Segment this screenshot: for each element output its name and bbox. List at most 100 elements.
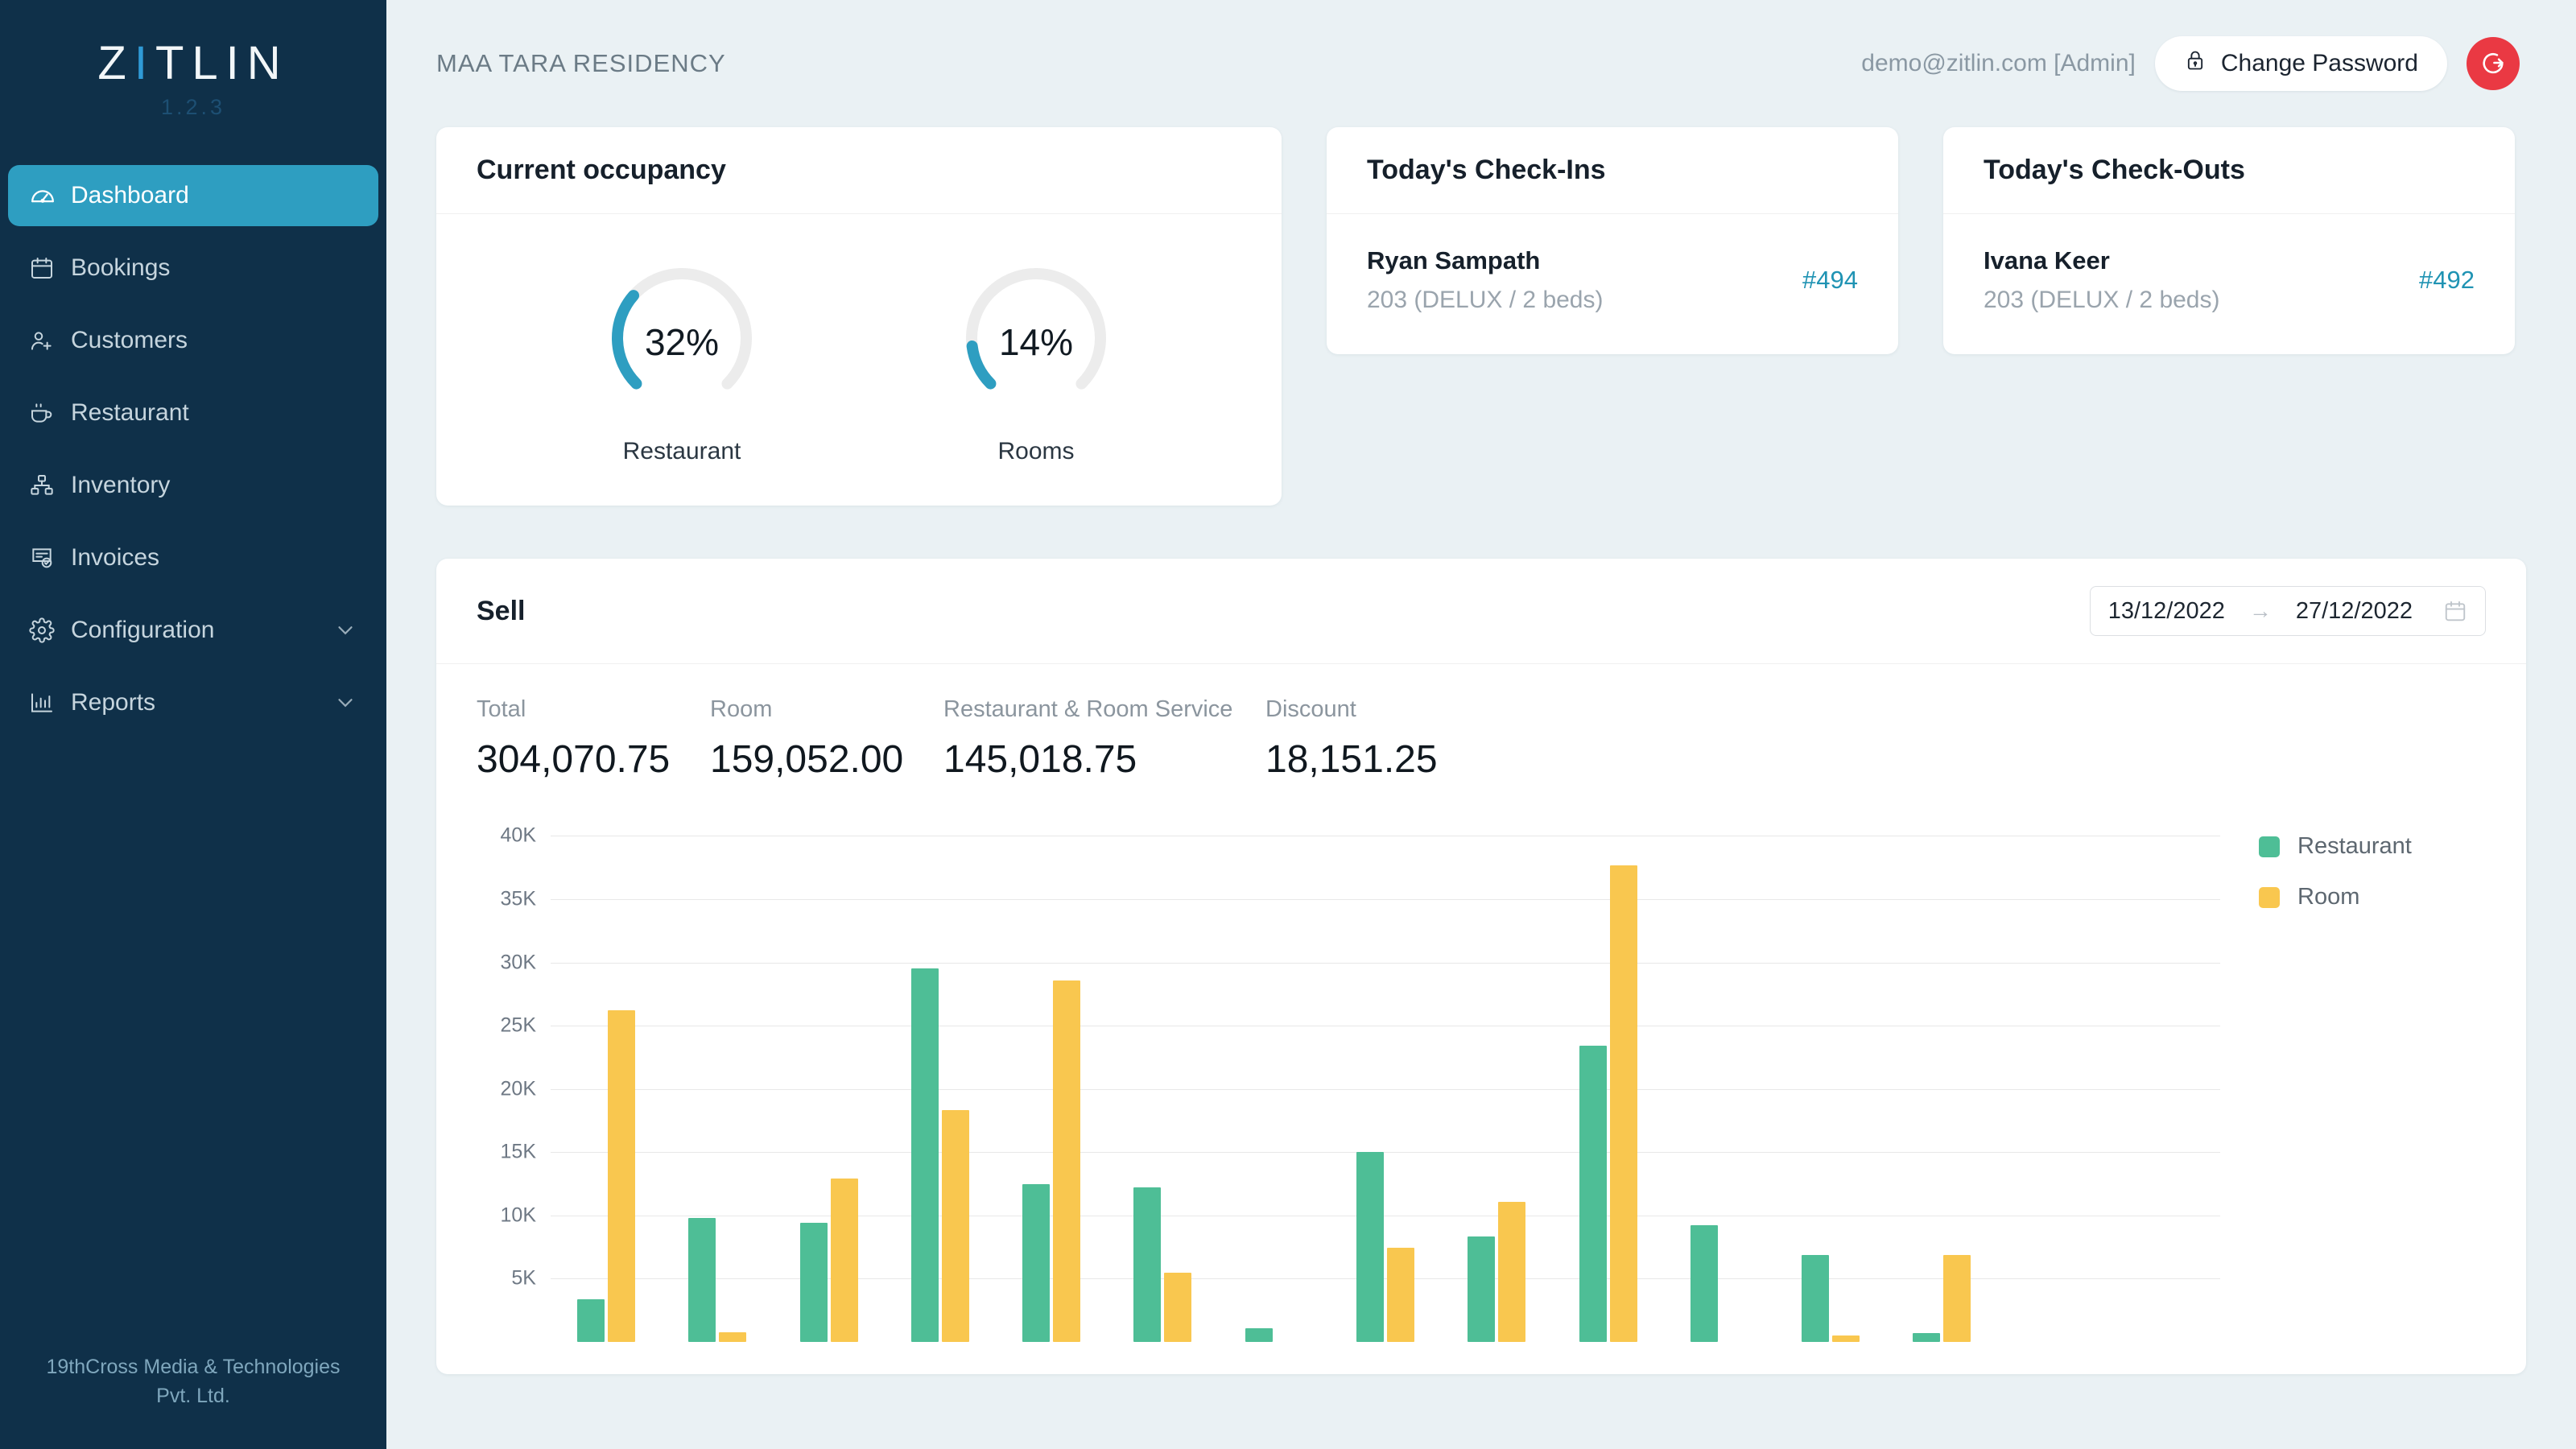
bar-room[interactable] (608, 1010, 636, 1342)
bar-room[interactable] (719, 1332, 747, 1342)
bar-restaurant[interactable] (577, 1298, 605, 1342)
chevron-down-icon[interactable] (333, 618, 357, 642)
chart-y-axis: 5K 10K 15K 20K 25K 30K 35K 40K (477, 811, 546, 1342)
bar-restaurant[interactable] (688, 1218, 716, 1342)
bar-group (885, 968, 996, 1342)
booking-id-link[interactable]: #492 (2419, 266, 2475, 295)
stat-value: 145,018.75 (943, 738, 1137, 781)
bar-group (551, 1010, 662, 1342)
bar-group (1219, 1327, 1330, 1342)
stat-total: Total 304,070.75 (477, 696, 710, 782)
occupancy-gauges: 32% Restaurant 14% Rooms (477, 246, 1241, 465)
sidebar-item-label: Restaurant (71, 399, 189, 426)
stat-label: Room (710, 696, 773, 722)
gauge-value: 14% (998, 321, 1074, 363)
todays-checkouts-card: Today's Check-Outs Ivana Keer 203 (DELUX… (1943, 127, 2515, 354)
bar-room[interactable] (1832, 1335, 1860, 1342)
bar-room[interactable] (1386, 1247, 1414, 1342)
bar-room[interactable] (830, 1179, 858, 1342)
logo-tlin: TLIN (155, 37, 289, 89)
bar-group (1441, 1202, 1552, 1342)
logo-z: Z (97, 37, 134, 89)
change-password-button[interactable]: Change Password (2154, 36, 2447, 91)
brand-logo[interactable]: ZITLIN 1.2.3 (0, 0, 386, 144)
stat-discount: Discount 18,151.25 (1265, 696, 1499, 782)
bar-group (1552, 865, 1663, 1342)
bar-room[interactable] (1164, 1272, 1192, 1342)
bar-restaurant[interactable] (1022, 1184, 1051, 1342)
bar-group (1330, 1152, 1441, 1342)
bar-restaurant[interactable] (1913, 1333, 1941, 1342)
topbar: MAA TARA RESIDENCY demo@zitlin.com [Admi… (386, 0, 2576, 127)
gauge-rooms: 14% Rooms (935, 258, 1137, 465)
checkins-title: Today's Check-Ins (1367, 155, 1606, 185)
bar-restaurant[interactable] (1468, 1236, 1496, 1342)
bar-restaurant[interactable] (1690, 1225, 1718, 1342)
bar-restaurant[interactable] (799, 1222, 828, 1342)
logout-button[interactable] (2467, 37, 2520, 90)
stat-value: 159,052.00 (710, 738, 904, 781)
sidebar-item-bookings[interactable]: Bookings (8, 237, 378, 299)
bar-restaurant[interactable] (1356, 1152, 1384, 1342)
app-version: 1.2.3 (160, 95, 226, 119)
stat-label: Discount (1265, 696, 1356, 722)
sidebar-item-inventory[interactable]: Inventory (8, 455, 378, 516)
logo-text: ZITLIN (0, 40, 386, 87)
bar-room[interactable] (1498, 1202, 1526, 1342)
date-from-input[interactable]: 13/12/2022 (2108, 598, 2225, 625)
bar-restaurant[interactable] (1579, 1046, 1607, 1342)
sidebar-item-dashboard[interactable]: Dashboard (8, 165, 378, 226)
list-item[interactable]: Ivana Keer 203 (DELUX / 2 beds) #492 (1984, 246, 2475, 314)
sidebar-item-restaurant[interactable]: Restaurant (8, 382, 378, 444)
bar-room[interactable] (1609, 865, 1637, 1342)
bar-group (1664, 1225, 1775, 1342)
bar-restaurant[interactable] (1133, 1187, 1162, 1342)
y-axis-tick-label: 40K (500, 824, 536, 847)
footer-company-line2: Pvt. Ltd. (156, 1384, 230, 1407)
sell-header: Sell 13/12/2022 → 27/12/2022 (436, 559, 2526, 664)
gauge-ring: 32% (581, 258, 782, 419)
bar-room[interactable] (1053, 980, 1081, 1342)
y-axis-tick-label: 25K (500, 1013, 536, 1037)
chart-plot-area: 5K 10K 15K 20K 25K 30K 35K 40K (477, 811, 2220, 1374)
bar-chart-icon (29, 690, 71, 716)
change-password-label: Change Password (2220, 50, 2418, 76)
legend-item-room[interactable]: Room (2259, 884, 2486, 910)
sidebar-item-reports[interactable]: Reports (8, 672, 378, 733)
sidebar-item-label: Invoices (71, 544, 160, 571)
date-to-input[interactable]: 27/12/2022 (2296, 598, 2413, 625)
legend-label: Restaurant (2297, 833, 2412, 859)
date-range-picker[interactable]: 13/12/2022 → 27/12/2022 (2089, 586, 2486, 636)
logout-icon (2479, 49, 2507, 79)
bar-group (1107, 1187, 1218, 1342)
stat-value: 304,070.75 (477, 738, 671, 781)
bar-room[interactable] (1943, 1255, 1971, 1342)
sidebar-item-customers[interactable]: Customers (8, 310, 378, 371)
booking-id-link[interactable]: #494 (1802, 266, 1858, 295)
main-content: MAA TARA RESIDENCY demo@zitlin.com [Admi… (386, 0, 2576, 1449)
coffee-cup-icon (29, 400, 71, 426)
sell-panel: Sell 13/12/2022 → 27/12/2022 Total 304,0… (436, 559, 2526, 1374)
sidebar-item-configuration[interactable]: Configuration (8, 600, 378, 661)
bar-restaurant[interactable] (1802, 1254, 1830, 1342)
legend-swatch (2259, 836, 2280, 857)
legend-item-restaurant[interactable]: Restaurant (2259, 833, 2486, 860)
chevron-down-icon[interactable] (333, 691, 357, 715)
lock-icon (2184, 49, 2207, 78)
card-header: Current occupancy (436, 127, 1282, 214)
calendar-icon[interactable] (2443, 599, 2467, 623)
sidebar-item-label: Customers (71, 327, 188, 353)
dashboard-gauge-icon (29, 182, 71, 209)
y-axis-tick-label: 35K (500, 887, 536, 910)
checkouts-title: Today's Check-Outs (1984, 155, 2245, 185)
todays-checkins-card: Today's Check-Ins Ryan Sampath 203 (DELU… (1327, 127, 1898, 354)
sitemap-icon (29, 473, 71, 498)
sidebar-nav: Dashboard Bookings Customers Restaurant (0, 165, 386, 745)
list-item[interactable]: Ryan Sampath 203 (DELUX / 2 beds) #494 (1367, 246, 1858, 314)
sidebar-item-invoices[interactable]: Invoices (8, 527, 378, 588)
bar-room[interactable] (941, 1109, 969, 1342)
bar-restaurant[interactable] (1245, 1327, 1273, 1342)
gauge-ring: 14% (935, 258, 1137, 419)
stat-restaurant-room-service: Restaurant & Room Service 145,018.75 (943, 696, 1265, 782)
bar-restaurant[interactable] (910, 968, 939, 1342)
